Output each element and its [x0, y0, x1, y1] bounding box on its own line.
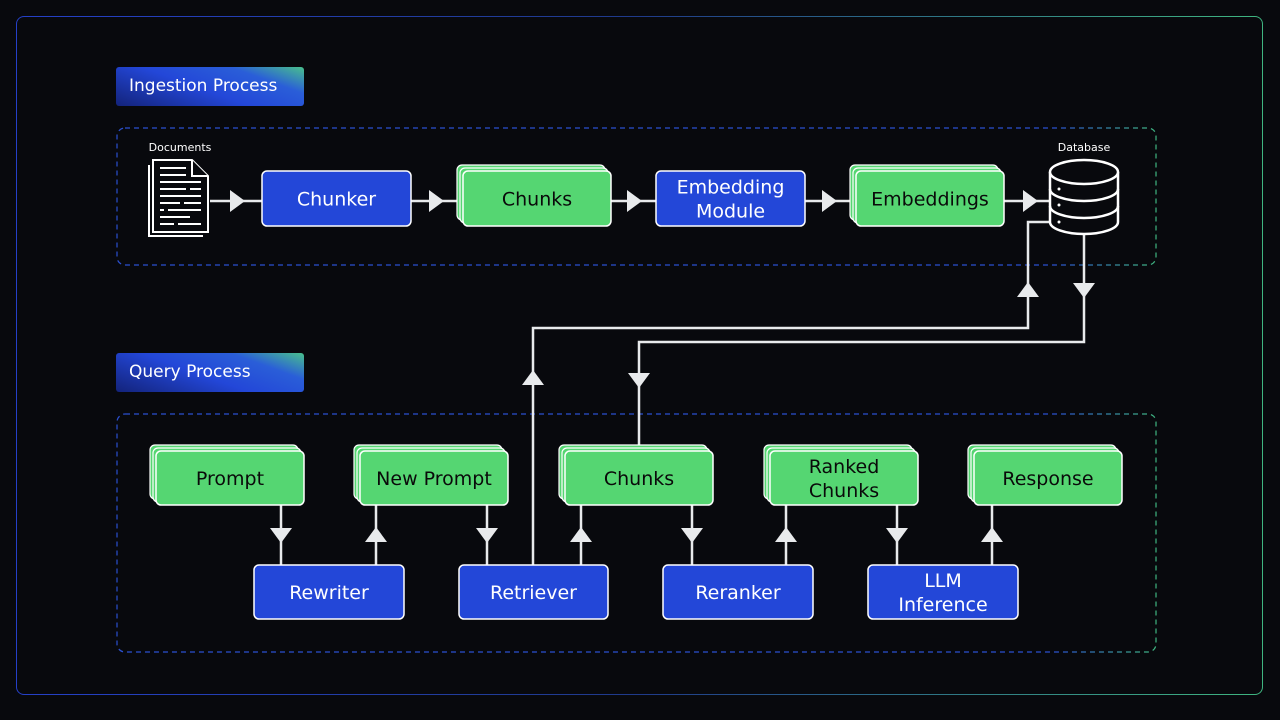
embedding-module-box: EmbeddingModule: [655, 170, 806, 227]
new-prompt-stack-label: New Prompt: [376, 468, 492, 490]
retriever-box: Retriever: [458, 564, 609, 620]
arrow-up-icon: [775, 527, 797, 542]
query-chunks-stack: Chunks: [558, 444, 714, 506]
prompt-stack-label: Prompt: [196, 468, 264, 490]
database-label: Database: [1058, 141, 1111, 154]
arrow-down-icon: [270, 528, 292, 543]
arrow-up-icon: [522, 370, 544, 385]
ranked-chunks-stack-label: Chunks: [809, 480, 879, 502]
arrow-right-icon: [230, 190, 245, 212]
new-prompt-stack: New Prompt: [353, 444, 509, 506]
reranker-box-label: Reranker: [695, 582, 781, 604]
arrow-right-icon: [1023, 190, 1038, 212]
ranked-chunks-stack: RankedChunks: [763, 444, 919, 506]
embeddings-stack: Embeddings: [849, 164, 1005, 227]
chunker-box: Chunker: [261, 170, 412, 227]
prompt-stack: Prompt: [149, 444, 305, 506]
arrow-up-icon: [1017, 282, 1039, 297]
response-stack: Response: [967, 444, 1123, 506]
connectors: [210, 199, 1086, 565]
database-icon: [1048, 158, 1120, 236]
arrow-right-icon: [822, 190, 837, 212]
arrow-right-icon: [627, 190, 642, 212]
rewriter-box-label: Rewriter: [289, 582, 369, 604]
embedding-module-box-label: Embedding: [677, 177, 785, 199]
llm-inference-box-label: LLM: [924, 570, 962, 592]
rewriter-box: Rewriter: [253, 564, 405, 620]
arrow-right-icon: [429, 190, 444, 212]
arrow-up-icon: [981, 527, 1003, 542]
embedding-module-box-label: Module: [696, 201, 765, 223]
chunker-box-label: Chunker: [297, 189, 376, 211]
query-chunks-stack-label: Chunks: [604, 468, 674, 490]
chunks-stack: Chunks: [456, 164, 612, 227]
arrow-down-icon: [681, 528, 703, 543]
ranked-chunks-stack-label: Ranked: [809, 456, 880, 478]
diagram: Documents Database Chunker Chunks Embeddin…: [116, 127, 1157, 653]
reranker-box: Reranker: [662, 564, 814, 620]
documents-icon: [148, 159, 209, 237]
documents-label: Documents: [149, 141, 212, 154]
chunks-stack-label: Chunks: [502, 189, 572, 211]
arrow-up-icon: [365, 527, 387, 542]
arrow-down-icon: [628, 373, 650, 388]
llm-inference-box: LLMInference: [867, 564, 1019, 620]
arrow-down-icon: [476, 528, 498, 543]
arrow-down-icon: [1073, 283, 1095, 298]
arrow-down-icon: [886, 528, 908, 543]
embeddings-stack-label: Embeddings: [871, 189, 989, 211]
arrow-up-icon: [570, 527, 592, 542]
llm-inference-box-label: Inference: [898, 594, 987, 616]
response-stack-label: Response: [1002, 468, 1093, 490]
retriever-box-label: Retriever: [490, 582, 577, 604]
